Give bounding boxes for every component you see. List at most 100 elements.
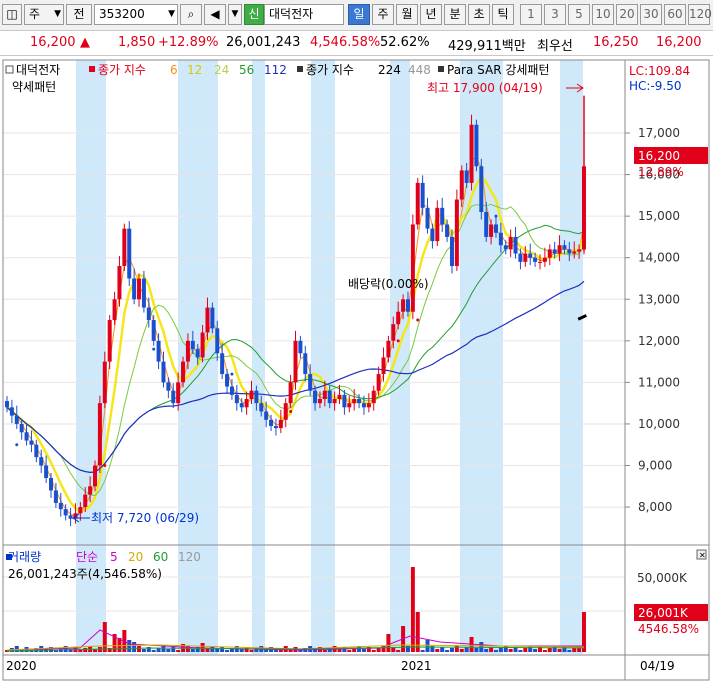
period-button[interactable]: 년 (420, 4, 442, 25)
search-icon[interactable]: ⌕ (180, 4, 202, 25)
shade-band (390, 60, 410, 654)
sar-dot (230, 372, 234, 376)
candle-body (484, 211, 489, 237)
legend-name: 대덕전자 (16, 63, 60, 77)
market-label: 주 (29, 7, 41, 21)
legend-ma-112: 112 (264, 63, 287, 77)
candle-body (308, 374, 313, 391)
candle-body (298, 340, 303, 354)
minute-button[interactable]: 5 (568, 4, 590, 25)
minute-button[interactable]: 60 (664, 4, 686, 25)
minute-button[interactable]: 3 (544, 4, 566, 25)
period-button[interactable]: 초 (468, 4, 490, 25)
volume-ma-label: 단순 (76, 550, 98, 564)
volume-ma-60: 60 (153, 550, 168, 564)
volume-bar (425, 640, 430, 652)
candle-body (195, 349, 200, 358)
stock-name[interactable]: 대덕전자 (264, 4, 344, 25)
candle-body (347, 403, 352, 408)
market-select[interactable]: 주 ▼ (24, 4, 64, 25)
volume-bar (141, 649, 146, 652)
volume-bar (386, 634, 391, 652)
sar-dot (152, 347, 156, 351)
y-tick-label: 17,000 (638, 126, 680, 140)
y-tick-label: 11,000 (638, 375, 680, 389)
sar-dot (103, 464, 107, 468)
x-label-end: 04/19 (640, 659, 675, 673)
minute-button[interactable]: 20 (616, 4, 638, 25)
candle-body (200, 332, 205, 358)
change-amount: 1,850 (118, 35, 156, 50)
candle-body (19, 423, 24, 433)
candle-body (391, 324, 396, 341)
volume-bar (137, 646, 142, 652)
y-tick-label: 12,000 (638, 334, 680, 348)
candle-body (156, 340, 161, 362)
candle-body (528, 253, 533, 258)
candle-body (229, 386, 234, 395)
candle-body (430, 228, 435, 242)
candle-body (513, 236, 518, 254)
mode-button[interactable]: 전 (66, 4, 92, 25)
candle-body (49, 477, 54, 491)
volume-title: 거래량 (8, 550, 41, 564)
volume-bar (518, 650, 523, 652)
candle-body (185, 340, 190, 362)
candle-body (489, 224, 494, 237)
candle-body (176, 382, 181, 404)
code-input[interactable]: 353200 ▼ (94, 4, 178, 25)
candle-body (161, 361, 166, 383)
candle-body (533, 257, 538, 262)
ask-price: 16,250 (593, 35, 639, 50)
quote-bar: 16,200 ▲ 1,850 +12.89% 26,001,243 4,546.… (0, 31, 713, 56)
period-button[interactable]: 월 (396, 4, 418, 25)
candle-body (127, 228, 132, 279)
minute-button[interactable]: 10 (592, 4, 614, 25)
chart-type-icon[interactable]: ◫ (2, 4, 22, 25)
x-label-mid: 2021 (401, 659, 432, 673)
chevron-down-icon[interactable]: ▼ (228, 4, 242, 25)
volume-bar (273, 650, 278, 652)
trade-amount: 429,911백만 (448, 39, 526, 54)
legend-sar-swatch (438, 66, 444, 72)
volume-bar (215, 649, 220, 652)
up-triangle-icon: ▲ (80, 35, 90, 50)
candle-body (117, 266, 122, 300)
volume-bar (161, 646, 166, 652)
low-annotation: 최저 7,720 (06/29) (91, 511, 199, 525)
volume-bar (415, 612, 420, 652)
change-percent: +12.89% (158, 35, 219, 50)
period-button[interactable]: 주 (372, 4, 394, 25)
volume-bar (503, 646, 508, 652)
price-badge-pct: 12.89% (638, 165, 684, 179)
best-quote-label: 최우선 (537, 39, 573, 54)
candle-body (445, 224, 450, 237)
minute-button[interactable]: 120 (688, 4, 712, 25)
volume-bar (484, 649, 489, 652)
candle-body (567, 249, 572, 254)
minute-button[interactable]: 1 (520, 4, 542, 25)
volume-bar (176, 650, 181, 652)
y-tick-label: 10,000 (638, 417, 680, 431)
volume: 26,001,243 (226, 35, 301, 50)
period-button[interactable]: 분 (444, 4, 466, 25)
period-button[interactable]: 일 (348, 4, 370, 25)
candle-body (107, 320, 112, 362)
volume-bar (396, 650, 401, 652)
period-button[interactable]: 틱 (492, 4, 514, 25)
candle-body (58, 502, 63, 510)
volume-bar (200, 643, 205, 652)
volume-bar (493, 650, 498, 652)
candle-body (405, 299, 410, 312)
candle-body (474, 124, 479, 167)
legend-ma-24: 24 (214, 63, 229, 77)
legend-ma-56: 56 (239, 63, 254, 77)
lc-label: LC:109.84 (629, 64, 690, 78)
candle-body (141, 278, 146, 308)
minute-button[interactable]: 30 (640, 4, 662, 25)
candle-body (29, 440, 34, 445)
volume-bar (528, 646, 533, 652)
volume-bar (410, 567, 415, 652)
speaker-icon[interactable]: ◀ (204, 4, 226, 25)
candle-body (371, 390, 376, 404)
